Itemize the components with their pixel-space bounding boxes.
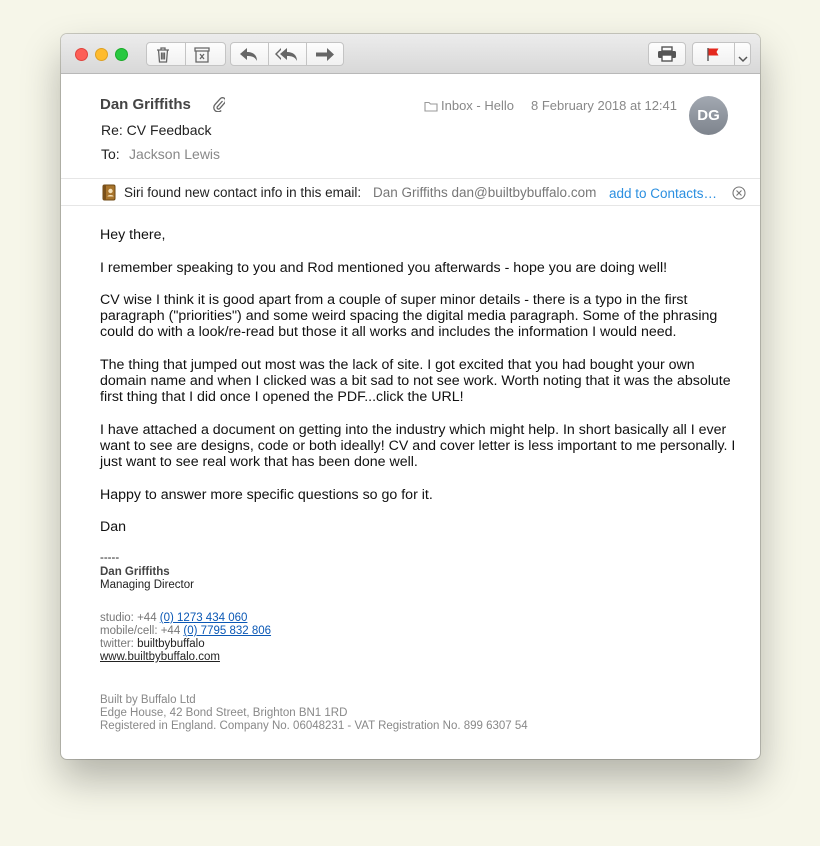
divider — [306, 42, 307, 66]
forward-icon[interactable] — [315, 47, 335, 67]
siri-contact-info: Dan Griffiths dan@builtbybuffalo.com — [373, 185, 597, 200]
close-window-button[interactable] — [75, 48, 88, 61]
mobile-phone-line: mobile/cell: +44 (0) 7795 832 806 — [100, 625, 271, 638]
folder-icon — [424, 99, 438, 117]
signoff: Dan — [100, 519, 127, 535]
siri-message: Siri found new contact info in this emai… — [124, 185, 362, 200]
trash-icon[interactable] — [154, 46, 172, 68]
mail-window: Dan Griffiths Re: CV Feedback To: Jackso… — [61, 34, 760, 759]
website-link[interactable]: www.builtbybuffalo.com — [100, 651, 220, 663]
body-paragraph: Happy to answer more specific questions … — [100, 487, 433, 503]
website-line: www.builtbybuffalo.com — [100, 651, 220, 664]
to-label: To: — [101, 146, 120, 162]
greeting: Hey there, — [100, 227, 166, 243]
subject: Re: CV Feedback — [101, 122, 212, 138]
sender-name[interactable]: Dan Griffiths — [100, 96, 191, 113]
print-icon — [657, 46, 677, 62]
flag-icon[interactable] — [706, 47, 720, 67]
studio-label: studio: +44 — [100, 612, 160, 624]
paperclip-icon[interactable] — [213, 96, 227, 117]
studio-phone-link[interactable]: (0) 1273 434 060 — [160, 612, 248, 624]
add-to-contacts-link[interactable]: add to Contacts… — [609, 186, 717, 201]
avatar: DG — [689, 96, 728, 135]
body-paragraph: The thing that jumped out most was the l… — [100, 357, 731, 406]
signature-title: Managing Director — [100, 579, 194, 591]
divider — [268, 42, 269, 66]
divider — [185, 42, 186, 66]
twitter-line: twitter: builtbybuffalo — [100, 638, 205, 651]
mobile-phone-link[interactable]: (0) 7795 832 806 — [183, 625, 271, 637]
company-address: Edge House, 42 Bond Street, Brighton BN1… — [100, 707, 348, 719]
reply-icon[interactable] — [239, 47, 259, 67]
signature-separator: ----- — [100, 552, 120, 564]
signature-name: Dan Griffiths — [100, 566, 170, 578]
mailbox-label[interactable]: Inbox - Hello — [441, 98, 514, 113]
twitter-handle: builtbybuffalo — [137, 638, 205, 650]
contacts-book-icon — [101, 184, 117, 206]
company-name: Built by Buffalo Ltd — [100, 694, 196, 706]
body-paragraph: I remember speaking to you and Rod menti… — [100, 260, 668, 276]
zoom-window-button[interactable] — [115, 48, 128, 61]
reply-all-icon[interactable] — [275, 47, 299, 67]
minimize-window-button[interactable] — [95, 48, 108, 61]
mobile-label: mobile/cell: +44 — [100, 625, 184, 637]
print-button[interactable] — [648, 42, 686, 66]
divider — [734, 42, 735, 66]
body-paragraph: CV wise I think it is good apart from a … — [100, 292, 718, 341]
chevron-down-icon[interactable] — [738, 50, 748, 68]
recipient-name[interactable]: Jackson Lewis — [129, 146, 220, 162]
siri-suggestion-bar: Siri found new contact info in this emai… — [61, 178, 760, 206]
toolbar — [61, 34, 760, 74]
twitter-label: twitter: — [100, 638, 138, 650]
company-registration: Registered in England. Company No. 06048… — [100, 720, 528, 732]
junk-icon[interactable] — [193, 46, 211, 68]
close-icon[interactable] — [732, 186, 746, 205]
studio-phone-line: studio: +44 (0) 1273 434 060 — [100, 612, 247, 625]
message-date: 8 February 2018 at 12:41 — [531, 98, 677, 113]
body-paragraph: I have attached a document on getting in… — [100, 422, 736, 471]
